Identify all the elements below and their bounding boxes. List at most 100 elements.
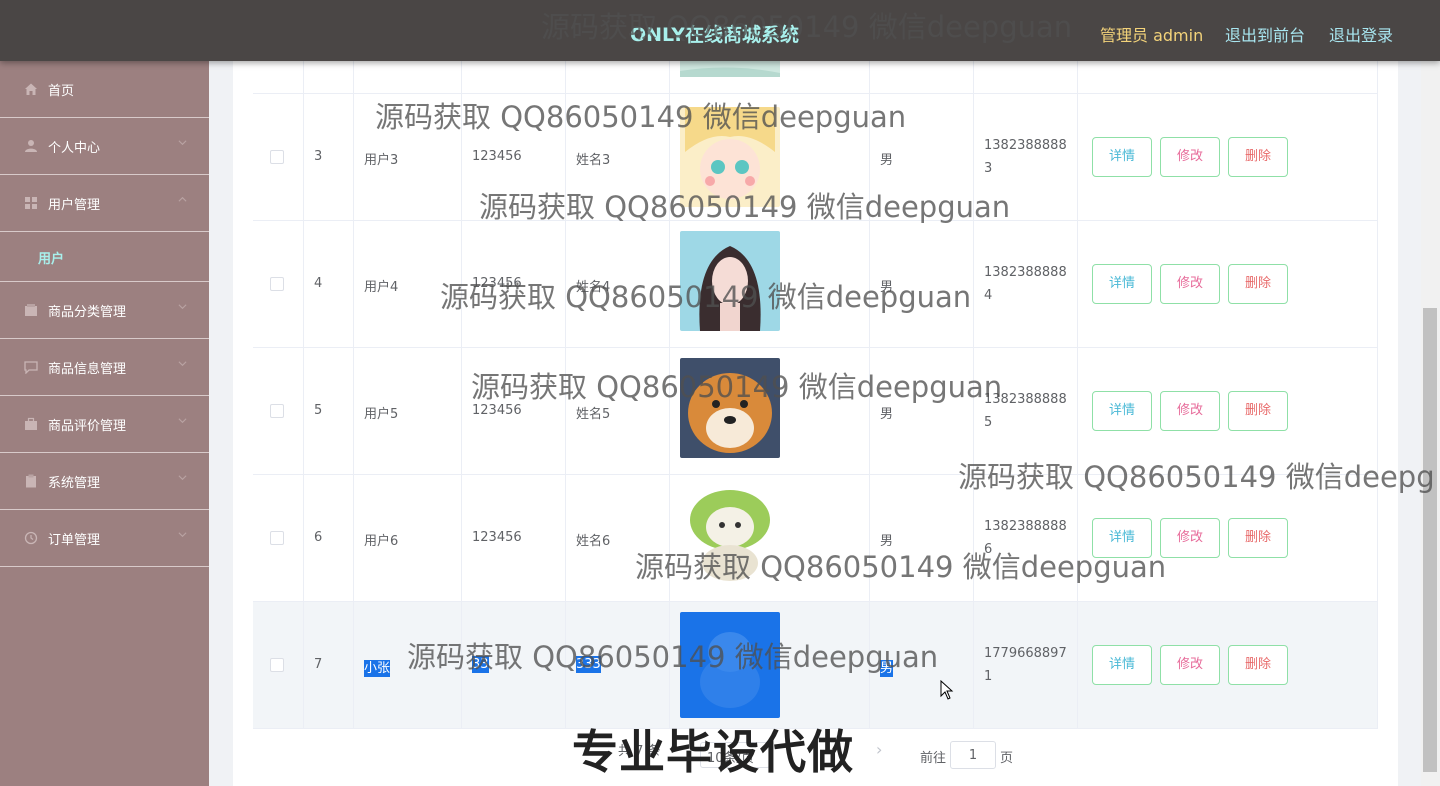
row-name: 姓名5 [576,407,611,422]
goto-page-input[interactable] [950,741,996,769]
selected-text: 333 [576,656,601,673]
chevron-down-icon [178,418,187,424]
sidebar-item-home[interactable]: 首页 [0,61,209,118]
edit-button[interactable]: 修改 [1160,518,1220,558]
row-account: 用户5 [364,407,399,422]
row-account: 小张 [364,657,391,677]
column-divider [461,61,462,729]
row-gender: 男 [880,153,894,168]
table-row: 3 用户3 123456 姓名3 男 1382388888 3 详情 修改 删除 [253,94,1378,221]
watermark-banner: 专业毕设代做 [572,725,854,779]
grid-icon [25,197,37,209]
sidebar-item-label: 商品评价管理 [48,419,127,434]
chevron-down-icon [178,304,187,310]
detail-button[interactable]: 详情 [1092,137,1152,177]
edit-button[interactable]: 修改 [1160,264,1220,304]
sidebar-item-category-management[interactable]: 商品分类管理 [0,282,209,339]
detail-button[interactable]: 详情 [1092,645,1152,685]
column-divider [1377,61,1378,729]
chat-icon [24,361,38,374]
box-icon [25,304,37,316]
delete-button[interactable]: 删除 [1228,391,1288,431]
sidebar-item-user-management[interactable]: 用户管理 [0,175,209,232]
sidebar-item-label: 首页 [48,84,75,99]
row-index: 4 [314,276,323,291]
sidebar-item-review-management[interactable]: 商品评价管理 [0,396,209,453]
sidebar-subitem-users[interactable]: 用户 [0,232,209,282]
delete-button[interactable]: 删除 [1228,518,1288,558]
sidebar: 首页 个人中心 用户管理 用户 商品分类管理 商品信息管理 商品评价管理 系统管… [0,61,209,786]
row-phone-cont: 6 [984,542,993,557]
girl-photo-avatar [680,231,780,331]
exit-to-front-link[interactable]: 退出到前台 [1225,22,1305,46]
delete-button[interactable]: 删除 [1228,264,1288,304]
row-checkbox[interactable] [270,658,284,672]
delete-button[interactable]: 删除 [1228,645,1288,685]
delete-button[interactable]: 删除 [1228,137,1288,177]
row-phone: 1779668897 [984,646,1067,661]
sidebar-item-product-info-management[interactable]: 商品信息管理 [0,339,209,396]
detail-button[interactable]: 详情 [1092,264,1152,304]
row-password: 123456 [472,149,522,164]
column-divider [973,61,974,729]
row-name: 姓名4 [576,280,611,295]
home-icon [25,83,37,95]
row-checkbox[interactable] [270,531,284,545]
detail-button[interactable]: 详情 [1092,391,1152,431]
anime-girl-avatar [680,107,780,207]
row-password: 33 [472,656,489,673]
logout-link[interactable]: 退出登录 [1329,22,1393,46]
row-gender: 男 [880,280,894,295]
table-row: 5 用户5 123456 姓名5 男 1382388888 5 详情 修改 删除 [253,348,1378,475]
clipboard-icon [26,474,36,488]
avatar-partial [680,61,780,77]
top-bar: ONLY在线商城系统 管理员 admin 退出到前台 退出登录 [0,0,1440,61]
sidebar-item-label: 用户管理 [48,198,101,213]
column-divider [565,61,566,729]
edit-button[interactable]: 修改 [1160,645,1220,685]
user-icon [25,140,37,152]
row-checkbox[interactable] [270,277,284,291]
row-password: 123456 [472,403,522,418]
chevron-down-icon [178,140,187,146]
row-phone-cont: 1 [984,669,993,684]
detail-button[interactable]: 详情 [1092,518,1152,558]
row-gender: 男 [880,657,894,677]
table-row: 4 用户4 123456 姓名4 男 1382388888 4 详情 修改 删除 [253,221,1378,348]
row-name: 姓名6 [576,534,611,549]
row-checkbox[interactable] [270,150,284,164]
sidebar-item-order-management[interactable]: 订单管理 [0,510,209,567]
sidebar-item-label: 订单管理 [48,533,101,548]
row-password: 123456 [472,276,522,291]
column-divider [669,61,670,729]
briefcase-icon [25,417,37,430]
row-index: 7 [314,657,323,672]
table-row: 6 用户6 123456 姓名6 男 1382388888 6 详情 修改 删除 [253,475,1378,602]
row-name: 姓名3 [576,153,611,168]
clock-icon [24,531,38,545]
sidebar-item-label: 个人中心 [48,141,101,156]
app-title: ONLY在线商城系统 [630,24,799,46]
column-divider [869,61,870,729]
blue-selected-avatar [680,612,780,718]
scrollbar-thumb[interactable] [1423,308,1437,772]
row-phone: 1382388888 [984,138,1067,153]
chevron-down-icon [178,475,187,481]
row-account: 用户4 [364,280,399,295]
mouse-cursor-icon [940,680,954,700]
sidebar-item-profile[interactable]: 个人中心 [0,118,209,175]
edit-button[interactable]: 修改 [1160,137,1220,177]
row-checkbox[interactable] [270,404,284,418]
row-phone: 1382388888 [984,265,1067,280]
edit-button[interactable]: 修改 [1160,391,1220,431]
admin-label: 管理员 admin [1100,26,1204,45]
sidebar-item-label: 商品分类管理 [48,305,127,320]
sidebar-item-system-management[interactable]: 系统管理 [0,453,209,510]
shiba-dog-avatar [680,358,780,458]
next-page-icon[interactable]: › [876,740,882,759]
row-phone-cont: 5 [984,415,993,430]
sidebar-item-label: 商品信息管理 [48,362,127,377]
row-phone: 1382388888 [984,519,1067,534]
row-phone-cont: 3 [984,161,993,176]
selected-text: 小张 [364,660,391,677]
